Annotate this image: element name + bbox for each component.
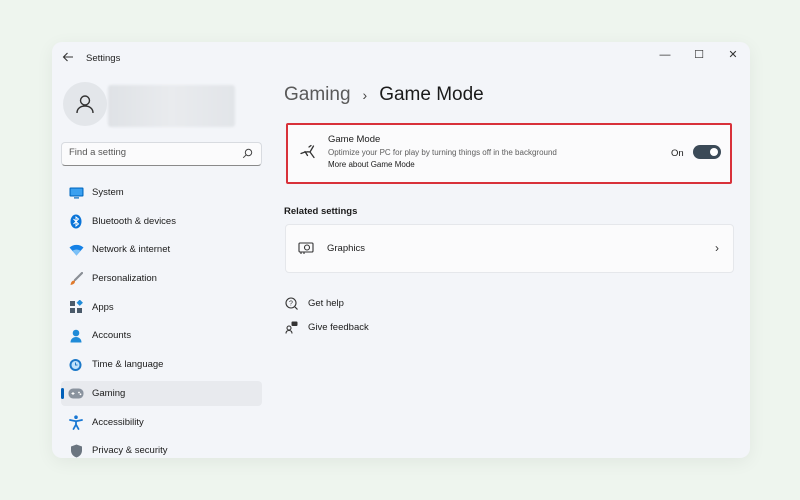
sidebar-nav: System Bluetooth & devices Network & int…	[61, 180, 262, 458]
get-help-link[interactable]: ? Get help	[284, 296, 344, 310]
breadcrumb-parent[interactable]: Gaming	[284, 84, 351, 106]
sidebar-item-label: Privacy & security	[92, 445, 168, 457]
close-button[interactable]: ✕	[718, 45, 748, 65]
svg-text:?: ?	[289, 300, 293, 307]
avatar[interactable]	[63, 82, 107, 126]
search-input[interactable]	[69, 147, 239, 158]
apps-icon	[68, 299, 84, 315]
help-icon: ?	[284, 296, 298, 310]
related-item-label: Graphics	[327, 243, 366, 254]
sidebar-item-label: System	[92, 187, 124, 198]
sidebar-item-label: Network & internet	[92, 244, 171, 256]
bluetooth-icon	[68, 213, 84, 229]
brush-icon	[68, 271, 84, 287]
sidebar-item-accounts[interactable]: Accounts	[61, 323, 262, 348]
sidebar-item-apps[interactable]: Apps	[61, 295, 262, 320]
gamepad-icon	[68, 385, 84, 401]
sidebar-item-label: Time & language	[92, 359, 164, 371]
accessibility-icon	[68, 414, 84, 430]
sidebar-item-label: Accessibility	[92, 416, 144, 428]
wifi-icon	[68, 242, 84, 258]
minimize-button[interactable]: —	[650, 45, 680, 65]
app-title: Settings	[86, 53, 121, 64]
related-settings-heading: Related settings	[284, 206, 358, 217]
sidebar-item-gaming[interactable]: Gaming	[61, 380, 262, 406]
sidebar-item-personalization[interactable]: Personalization	[61, 266, 262, 291]
feedback-label: Give feedback	[308, 321, 369, 333]
title-bar: Settings — ☐ ✕	[52, 42, 750, 76]
sidebar-item-network[interactable]: Network & internet	[61, 237, 262, 262]
breadcrumb-separator: ›	[362, 87, 368, 103]
game-mode-description: Optimize your PC for play by turning thi…	[328, 148, 557, 157]
feedback-icon	[284, 320, 298, 334]
sidebar-item-system[interactable]: System	[61, 180, 262, 205]
sidebar-item-label: Personalization	[92, 273, 157, 285]
globe-clock-icon	[68, 357, 84, 373]
toggle-knob	[710, 148, 718, 156]
game-mode-card: Game Mode Optimize your PC for play by t…	[286, 123, 732, 184]
sidebar-item-label: Gaming	[92, 387, 126, 399]
give-feedback-link[interactable]: Give feedback	[284, 320, 369, 334]
search-icon[interactable]	[242, 148, 253, 159]
shield-icon	[68, 443, 84, 458]
monitor-icon	[68, 185, 84, 201]
person-icon	[76, 95, 94, 114]
game-mode-title: Game Mode	[328, 134, 381, 145]
sidebar-item-accessibility[interactable]: Accessibility	[61, 410, 262, 435]
related-item-graphics[interactable]: Graphics ›	[285, 224, 734, 273]
sidebar-item-bluetooth[interactable]: Bluetooth & devices	[61, 209, 262, 234]
graphics-card-icon	[298, 242, 314, 254]
settings-window: Settings — ☐ ✕ System Bluetooth & device…	[52, 42, 750, 458]
back-arrow-icon[interactable]	[60, 51, 76, 67]
sidebar-item-label: Accounts	[92, 330, 132, 342]
game-mode-toggle[interactable]	[693, 145, 721, 159]
sidebar-item-label: Apps	[92, 301, 114, 313]
page-title: Game Mode	[379, 84, 484, 105]
game-mode-icon	[300, 144, 315, 159]
chevron-right-icon: ›	[715, 241, 719, 255]
search-box[interactable]	[61, 142, 262, 166]
breadcrumb: Gaming › Game Mode	[284, 84, 484, 106]
sidebar-item-label: Bluetooth & devices	[92, 215, 176, 227]
sidebar-item-privacy-security[interactable]: Privacy & security	[61, 438, 262, 458]
more-about-game-mode-link[interactable]: More about Game Mode	[328, 160, 415, 169]
game-mode-state-label: On	[671, 148, 684, 159]
help-label: Get help	[308, 297, 344, 309]
sidebar-item-time-language[interactable]: Time & language	[61, 352, 262, 377]
maximize-button[interactable]: ☐	[684, 45, 714, 65]
account-info-redacted	[108, 85, 235, 127]
person-icon	[68, 328, 84, 344]
